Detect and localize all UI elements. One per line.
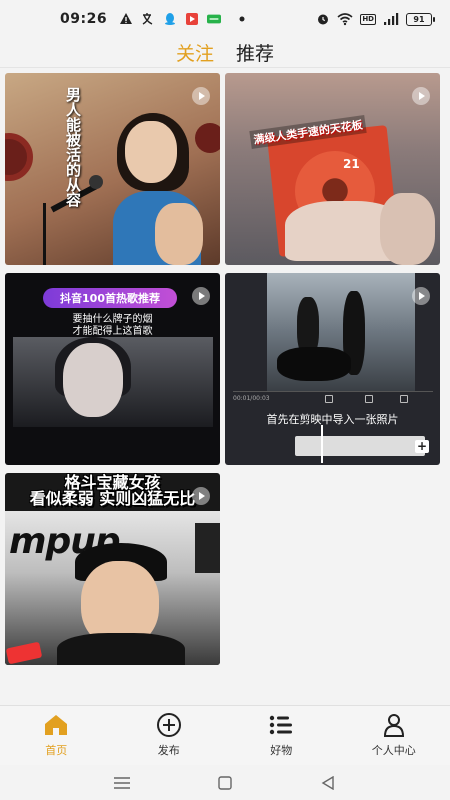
home-square-icon[interactable]	[215, 773, 235, 793]
thumbnail-person-face	[125, 121, 177, 183]
app-red-icon	[186, 13, 199, 25]
vinyl-disc-decoration	[5, 133, 33, 181]
video-card[interactable]: 21 满级人类手速的天花板	[225, 73, 440, 265]
nav-home[interactable]: 首页	[0, 706, 113, 765]
play-icon	[192, 87, 210, 105]
status-right-icons: HD 91	[316, 12, 435, 26]
wifi-icon	[337, 13, 353, 26]
microphone-head	[89, 175, 103, 189]
card-caption: 首先在剪映中导入一张照片	[266, 413, 399, 426]
nav-label: 个人中心	[371, 744, 416, 757]
thumbnail-person-arm	[155, 203, 203, 265]
system-nav-bar	[0, 765, 450, 800]
card-overlay-title: 看似柔弱 实则凶猛无比	[29, 489, 196, 508]
home-icon	[45, 715, 68, 735]
play-icon	[412, 287, 430, 305]
nav-label: 好物	[270, 744, 293, 757]
editor-control-icon	[365, 395, 373, 403]
editor-control-icon	[325, 395, 333, 403]
thumbnail-person-face	[63, 343, 123, 417]
editor-timestamp: 00:01/00:03	[233, 395, 270, 402]
signal-icon	[384, 13, 399, 25]
tab-following[interactable]: 关注	[176, 39, 214, 66]
video-card[interactable]: 00:01/00:03 首先在剪映中导入一张照片 +	[225, 273, 440, 465]
qq-icon	[165, 13, 176, 25]
editor-control-icon	[400, 395, 408, 403]
editor-timeline-track	[295, 436, 425, 456]
nav-goods[interactable]: 好物	[225, 706, 338, 765]
editor-divider	[233, 391, 433, 392]
video-card[interactable]: mpup 格斗宝藏女孩 看似柔弱 实则凶猛无比	[5, 473, 220, 665]
battery-icon: 91	[406, 12, 435, 26]
app-green-icon	[207, 14, 222, 24]
play-icon	[412, 87, 430, 105]
card-overlay-title: 抖音100首热歌推荐	[43, 288, 177, 308]
bottom-nav: 首页 发布 好物 个人中心	[0, 705, 450, 765]
menu-icon[interactable]	[112, 773, 132, 793]
person-icon	[383, 714, 404, 737]
status-left-icons	[119, 12, 249, 26]
add-clip-icon: +	[415, 439, 429, 453]
thumbnail-sign	[195, 523, 220, 573]
nav-publish[interactable]: 发布	[113, 706, 226, 765]
thumbnail-motorcycle	[277, 347, 351, 381]
vinyl-disc-decoration	[195, 123, 220, 153]
warning-icon	[120, 13, 133, 24]
nav-label: 发布	[157, 744, 180, 757]
add-circle-icon	[156, 713, 181, 737]
translate-icon	[142, 13, 153, 25]
dot-icon	[239, 16, 245, 22]
editor-playhead	[321, 425, 323, 463]
tab-recommended[interactable]: 推荐	[236, 39, 274, 66]
back-triangle-icon[interactable]	[318, 773, 338, 793]
top-tabs: 关注 推荐	[0, 38, 450, 68]
hd-icon: HD	[360, 13, 376, 25]
card-number: 21	[343, 157, 360, 171]
card-overlay-text: 男人能被活的从容	[64, 87, 82, 207]
status-bar: 09:26 HD 91	[0, 0, 450, 38]
nav-profile[interactable]: 个人中心	[338, 706, 450, 765]
play-icon	[192, 487, 210, 505]
alarm-icon	[318, 14, 329, 25]
video-card[interactable]: 男人能被活的从容	[5, 73, 220, 265]
list-icon	[270, 715, 293, 735]
video-card[interactable]: 抖音100首热歌推荐 要抽什么牌子的烟 才能配得上这首歌	[5, 273, 220, 465]
play-icon	[192, 287, 210, 305]
thumbnail-hand	[380, 193, 435, 265]
nav-label: 首页	[45, 744, 68, 757]
thumbnail-person-body	[57, 633, 185, 665]
status-time: 09:26	[60, 11, 108, 27]
